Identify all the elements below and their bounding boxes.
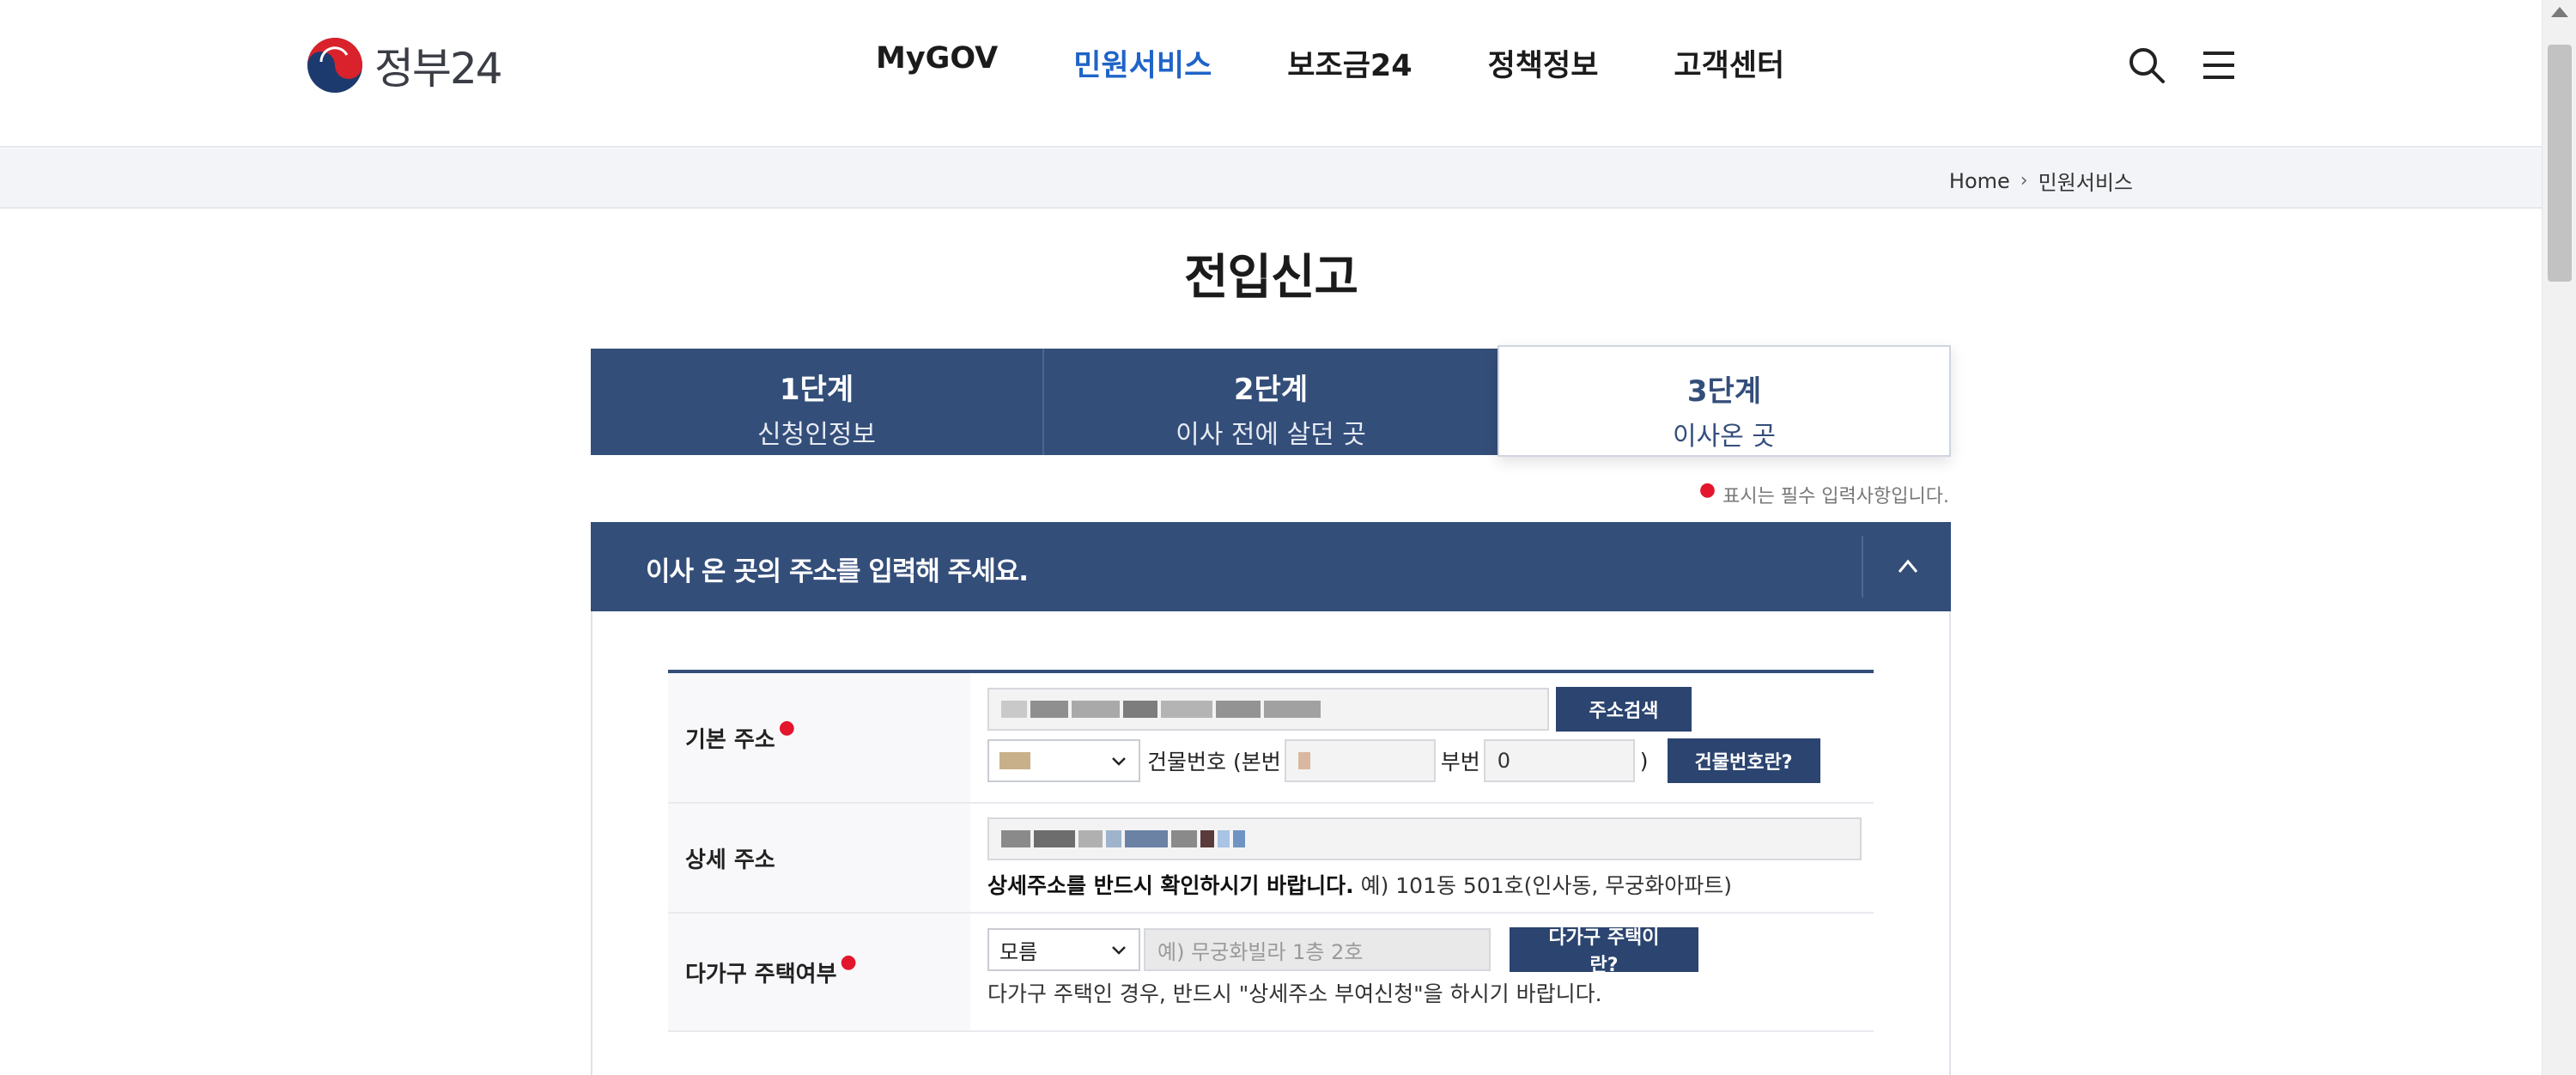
multi-household-help-button[interactable]: 다가구 주택이란? [1510,927,1698,976]
step-1-number: 1단계 [779,373,854,407]
step-3-tab-active[interactable]: 3단계 이사온 곳 [1498,345,1951,457]
sub-number-input[interactable]: 0 [1483,739,1635,782]
scroll-up-icon[interactable] [2551,7,2568,17]
panel-title: 이사 온 곳의 주소를 입력해 주세요. [646,556,1029,587]
multi-household-label: 다가구 주택여부 ● [668,914,970,1030]
step-3-label: 이사온 곳 [1673,422,1776,452]
page-title: 전입신고 [1183,250,1358,306]
breadcrumb-bar: Home › 민원서비스 [0,149,2542,209]
detail-address-help: 상세주소를 반드시 확인하시기 바랍니다. 예) 101동 501호(인사동, … [987,869,1874,900]
brand-name: 정부24 [374,44,503,94]
menu-icon[interactable] [2198,45,2239,86]
multi-household-select[interactable]: 모름 [987,928,1140,971]
nav-item-policy-info[interactable]: 정책정보 [1488,41,1599,85]
row-basic-address: 기본 주소 ● 주소검색 건물번호 (본번 부번 0) 건물번호란? [668,673,1874,804]
close-paren: ) [1639,748,1649,774]
breadcrumb-current[interactable]: 민원서비스 [2038,166,2133,196]
step-2-tab[interactable]: 2단계 이사 전에 살던 곳 [1044,349,1498,455]
required-dot-icon: ● [840,950,857,973]
step-2-label: 이사 전에 살던 곳 [1176,420,1366,450]
required-dot-icon: ● [1698,478,1716,501]
step-indicator: 1단계 신청인정보 2단계 이사 전에 살던 곳 3단계 이사온 곳 [591,345,1951,459]
chevron-up-icon [1898,559,1918,573]
basic-address-input[interactable] [987,688,1549,731]
nav-item-mygov[interactable]: MyGOV [876,41,998,85]
required-dot-icon: ● [778,716,795,738]
detail-address-help-bold: 상세주소를 반드시 확인하시기 바랍니다. [987,873,1354,898]
address-search-button[interactable]: 주소검색 [1556,687,1692,732]
multi-household-help: 다가구 주택인 경우, 반드시 "상세주소 부여신청"을 하시기 바랍니다. [987,981,1602,1006]
page-scrollbar[interactable] [2542,0,2576,1075]
building-number-label: 건물번호 ( [1147,750,1242,774]
main-number-input[interactable] [1284,739,1436,782]
building-number-help-button[interactable]: 건물번호란? [1667,738,1820,783]
basic-address-label: 기본 주소 ● [668,673,970,802]
taegeuk-logo-icon [307,38,362,93]
logo[interactable]: 정부24 [306,34,503,96]
chevron-down-icon [1112,757,1126,766]
multi-household-field: 모름 예) 무궁화빌라 1층 2호 다가구 주택이란? 다가구 주택인 경우, … [970,914,1874,1030]
breadcrumb-home[interactable]: Home [1949,169,2010,193]
address-panel-header: 이사 온 곳의 주소를 입력해 주세요. [591,522,1951,611]
row-detail-address: 상세 주소 상세주소를 반드시 확인하시기 바랍니다. 예) 101동 501호… [668,804,1874,914]
building-type-select[interactable] [987,739,1140,782]
detail-address-help-example: 예) 101동 501호(인사동, 무궁화아파트) [1353,873,1733,898]
scroll-thumb[interactable] [2548,45,2572,282]
step-3-number: 3단계 [1686,374,1762,409]
detail-address-input[interactable] [987,817,1862,860]
sub-number-label: 부번 [1440,750,1480,774]
row-multi-household: 다가구 주택여부 ● 모름 예) 무궁화빌라 1층 2호 다가구 주택이란? 다가… [668,914,1874,1032]
nav-item-subsidy24[interactable]: 보조금24 [1287,41,1412,85]
main-nav: MyGOV 민원서비스 보조금24 정책정보 고객센터 [876,41,1860,85]
chevron-right-icon: › [2020,170,2028,191]
site-header: 정부24 MyGOV 민원서비스 보조금24 정책정보 고객센터 [0,0,2542,148]
search-icon[interactable] [2126,45,2167,86]
collapse-panel-button[interactable] [1862,536,1951,598]
breadcrumb: Home › 민원서비스 [1949,166,2133,196]
main-number-label: 본번 [1241,750,1281,774]
detail-address-field: 상세주소를 반드시 확인하시기 바랍니다. 예) 101동 501호(인사동, … [970,804,1874,912]
step-1-label: 신청인정보 [757,420,876,450]
multi-household-unit-input[interactable]: 예) 무궁화빌라 1층 2호 [1144,928,1491,971]
required-note-text: 표시는 필수 입력사항입니다. [1722,486,1949,507]
nav-item-customer-center[interactable]: 고객센터 [1674,41,1784,85]
chevron-down-icon [1112,946,1126,955]
required-note: ● 표시는 필수 입력사항입니다. [1698,478,1949,508]
address-form: 기본 주소 ● 주소검색 건물번호 (본번 부번 0) 건물번호란? 상세 … [668,670,1874,1032]
nav-item-civil-service[interactable]: 민원서비스 [1073,41,1212,85]
basic-address-field: 주소검색 건물번호 ( 본번 부번 0 ) 건물번호란? [970,673,1874,802]
detail-address-label: 상세 주소 [668,804,970,912]
step-2-number: 2단계 [1233,373,1309,407]
step-1-tab[interactable]: 1단계 신청인정보 [591,349,1044,455]
